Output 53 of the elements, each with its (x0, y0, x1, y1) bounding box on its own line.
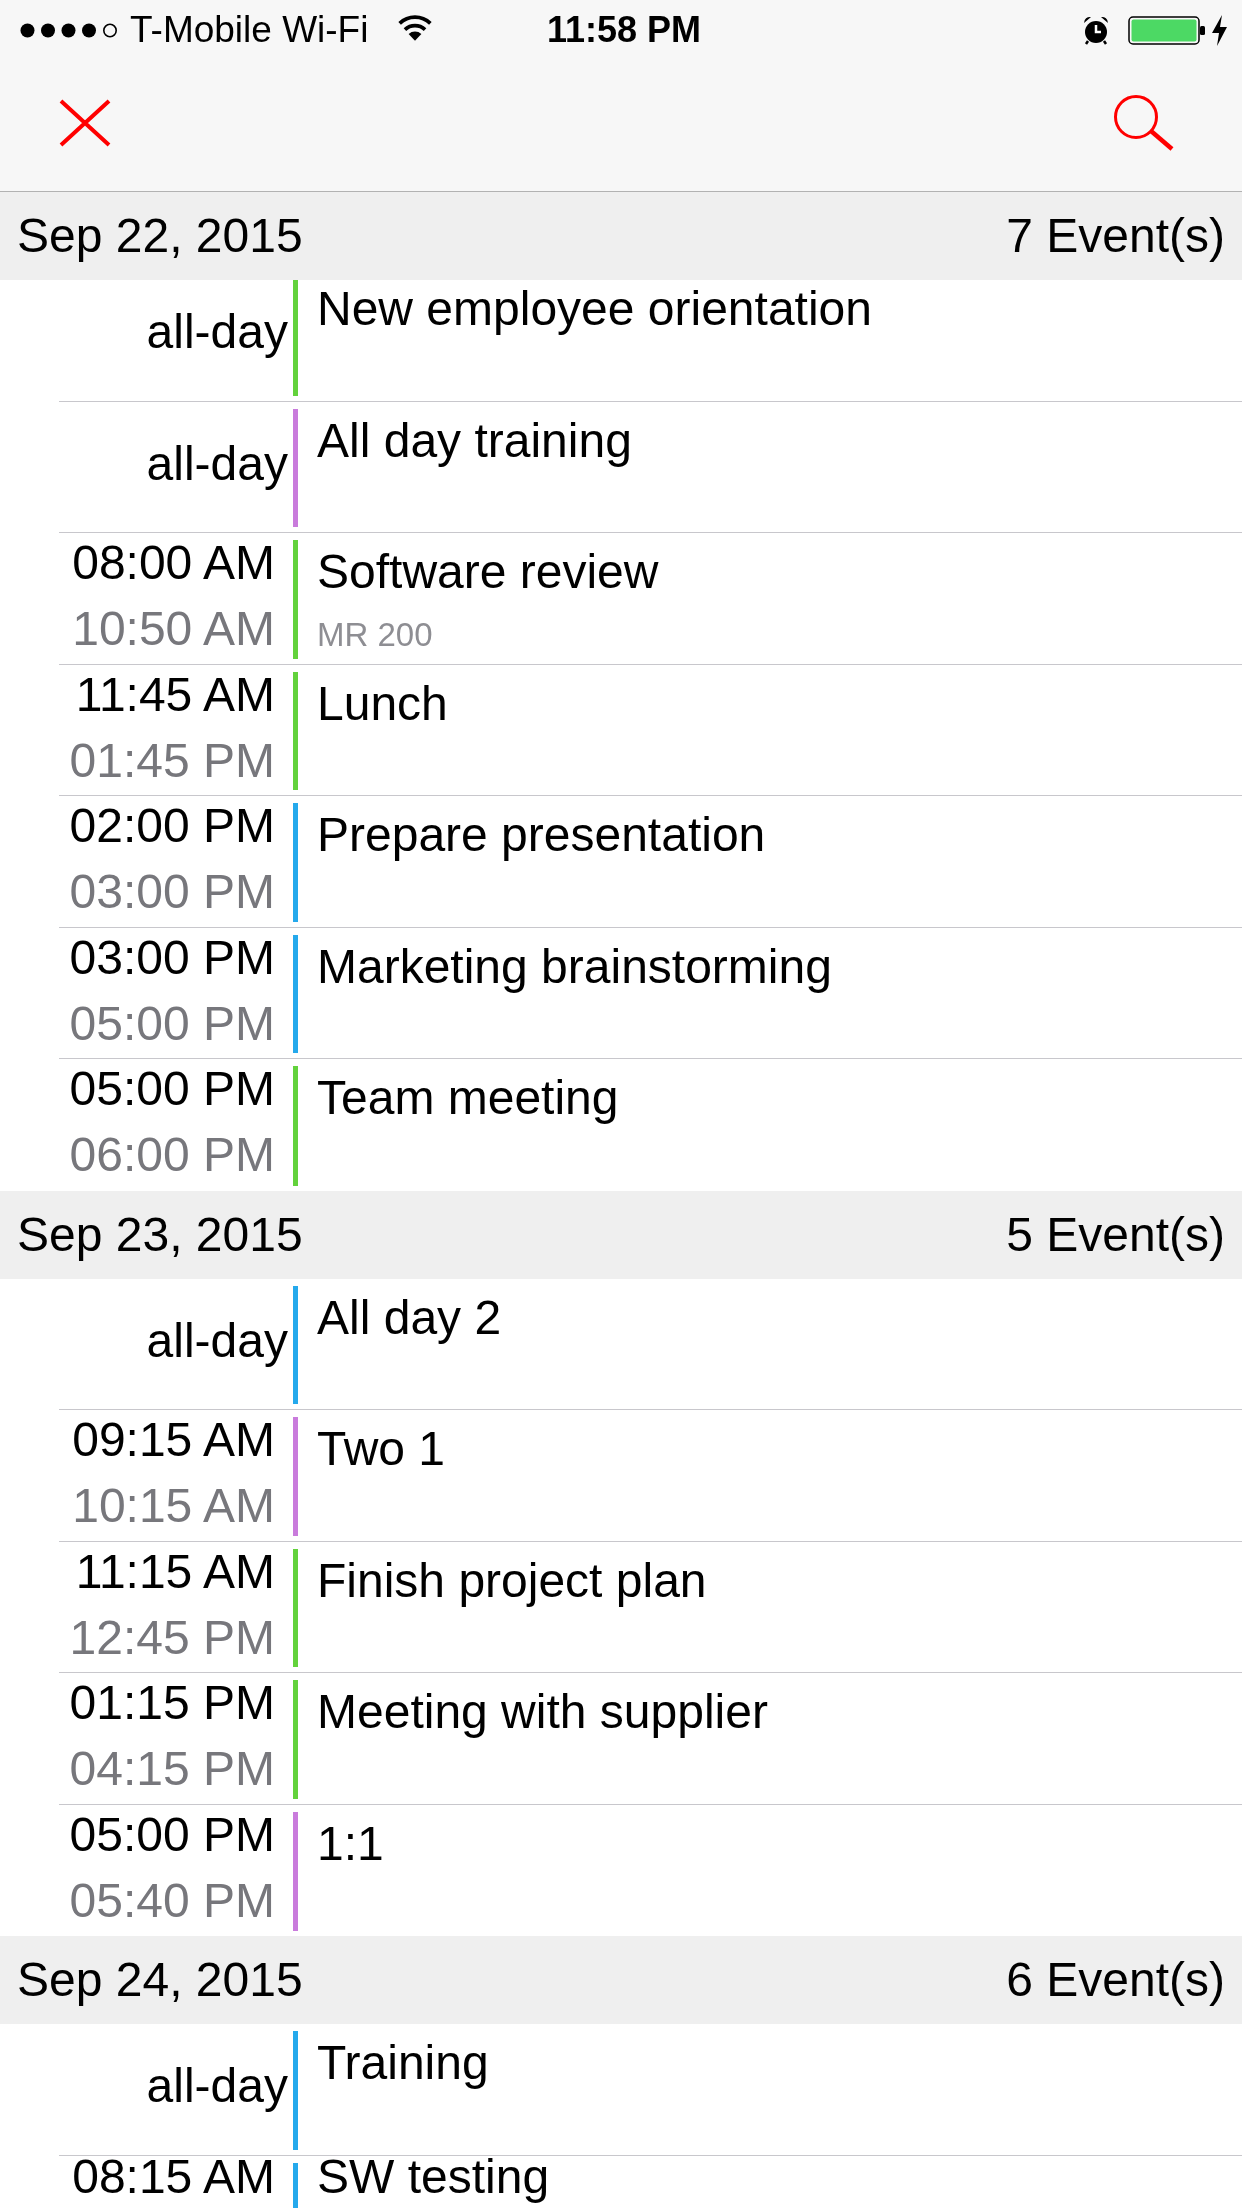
wifi-icon (397, 13, 433, 41)
end-time: 10:15 AM (72, 1480, 275, 1532)
start-time: 05:00 PM (69, 1063, 275, 1115)
all-day-label: all-day (146, 1312, 288, 1369)
event-title: Training (317, 2037, 489, 2089)
event-title: Team meeting (317, 1072, 619, 1124)
event-title: Two 1 (317, 1423, 446, 1475)
end-time: 12:45 PM (69, 1611, 275, 1664)
event-title: Marketing brainstorming (317, 940, 832, 993)
section-date: Sep 22, 2015 (17, 208, 303, 264)
start-time: 02:00 PM (69, 800, 275, 852)
end-time: 06:00 PM (69, 1129, 275, 1181)
start-time: 01:15 PM (69, 1677, 275, 1729)
charging-bolt-icon (1211, 15, 1228, 46)
event-title: All day 2 (317, 1291, 502, 1344)
section-date: Sep 23, 2015 (17, 1206, 303, 1263)
all-day-label: all-day (146, 435, 288, 492)
start-time: 08:00 AM (72, 537, 275, 589)
end-time: 05:00 PM (69, 997, 275, 1050)
end-time: 03:00 PM (69, 866, 275, 918)
alarm-clock-icon (1081, 15, 1111, 45)
event-count: 7 Event(s) (1006, 208, 1225, 264)
end-time: 05:40 PM (69, 1874, 275, 1927)
event-count: 6 Event(s) (1006, 1952, 1225, 2008)
event-location: MR 200 (317, 616, 433, 654)
event-title: Finish project plan (317, 1554, 707, 1607)
event-title: Prepare presentation (317, 809, 766, 861)
search-icon[interactable] (1113, 95, 1175, 151)
close-icon[interactable] (59, 99, 111, 147)
start-time: 09:15 AM (72, 1414, 275, 1466)
all-day-label: all-day (146, 2058, 288, 2115)
all-day-label: all-day (146, 304, 288, 361)
start-time: 11:45 AM (75, 668, 275, 721)
status-time: 11:58 PM (547, 9, 702, 51)
event-title: Software review (317, 546, 659, 598)
start-time: 03:00 PM (69, 931, 275, 984)
section-date: Sep 24, 2015 (17, 1952, 303, 2008)
end-time: 01:45 PM (69, 734, 275, 787)
event-count: 5 Event(s) (1006, 1206, 1225, 1263)
event-title: Meeting with supplier (317, 1686, 768, 1738)
event-title: Lunch (317, 677, 448, 730)
battery-icon (1128, 16, 1205, 45)
start-time: 08:15 AM (72, 2155, 275, 2204)
event-title: SW testing (317, 2155, 550, 2205)
carrier-name: T-Mobile Wi-Fi (130, 9, 369, 51)
start-time: 11:15 AM (75, 1545, 275, 1598)
signal-strength-icon (20, 23, 120, 38)
event-title: New employee orientation (317, 283, 872, 335)
end-time: 10:50 AM (72, 603, 275, 655)
end-time: 04:15 PM (69, 1743, 275, 1795)
event-title: 1:1 (317, 1817, 384, 1870)
start-time: 05:00 PM (69, 1808, 275, 1861)
event-title: All day training (317, 414, 632, 467)
